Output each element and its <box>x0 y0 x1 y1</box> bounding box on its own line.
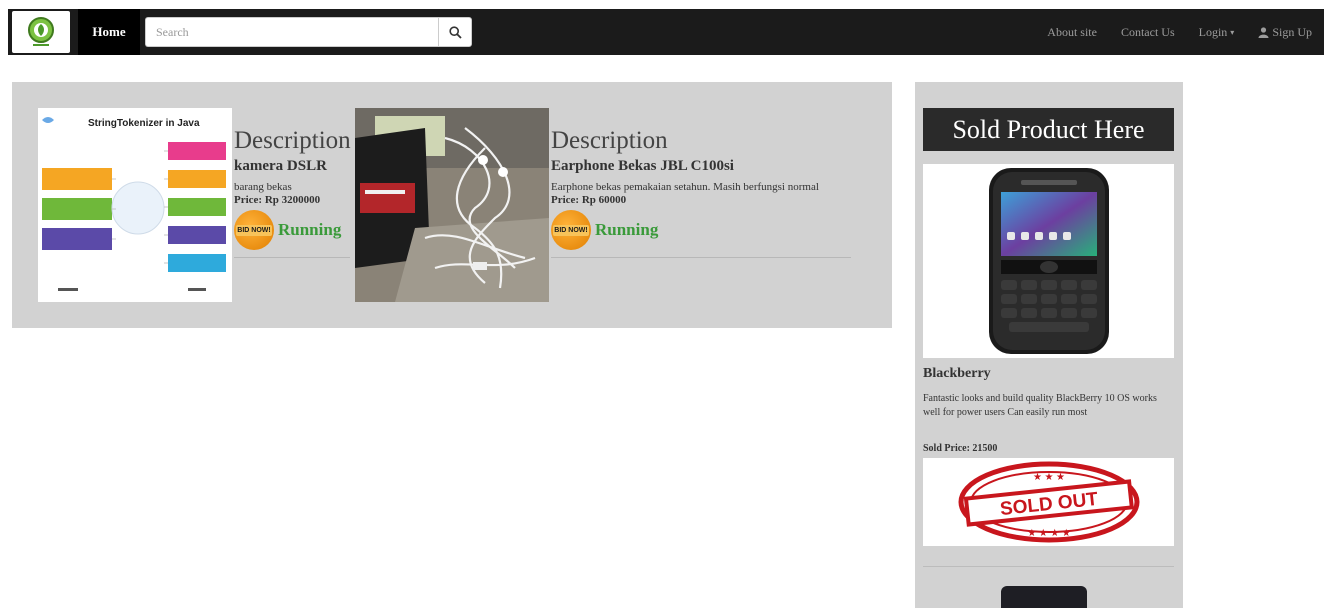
nav-contact-label: Contact Us <box>1120 24 1175 39</box>
earphone-photo-image <box>355 108 549 302</box>
sold-product-name[interactable]: Blackberry <box>923 366 991 382</box>
sold-product-price: Sold Price: 21500 <box>923 443 998 454</box>
product-description: barang bekas <box>234 181 292 193</box>
description-heading: Description <box>551 127 668 154</box>
auction-status: Running <box>278 220 342 239</box>
nav-signup[interactable]: Sign Up <box>1246 25 1324 40</box>
user-icon <box>1258 26 1269 38</box>
svg-text:★ ★ ★ ★: ★ ★ ★ ★ <box>1027 528 1070 539</box>
product-card: StringTokenizer in Java Description kame… <box>38 108 358 302</box>
product-price: Price: Rp 3200000 <box>234 194 321 206</box>
nav-right: About site Contact Us Login ▾ Sign Up <box>1035 9 1324 55</box>
nav-login-label: Login <box>1198 24 1228 39</box>
search-input[interactable] <box>145 17 438 47</box>
product-name[interactable]: kamera DSLR <box>234 158 354 175</box>
caret-down-icon: ▾ <box>1230 27 1235 37</box>
navbar: Home About site Contact Us Login ▾ Sign … <box>8 9 1324 55</box>
nav-signup-label: Sign Up <box>1272 24 1312 39</box>
product-description: Earphone bekas pemakaian setahun. Masih … <box>551 181 819 193</box>
product-image[interactable]: StringTokenizer in Java <box>38 108 232 302</box>
auction-status: Running <box>595 220 659 239</box>
nav-login-dropdown[interactable]: Login ▾ <box>1187 25 1247 40</box>
nav-about-label: About site <box>1047 24 1097 39</box>
nav-contact[interactable]: Contact Us <box>1109 25 1187 40</box>
sold-products-sidebar: Sold Product Here Blackberry Fantastic l… <box>915 82 1183 608</box>
divider <box>551 257 851 258</box>
image-title: StringTokenizer in Java <box>88 118 200 129</box>
stringtokenizer-diagram-image: StringTokenizer in Java <box>38 108 232 302</box>
blackberry-phone-image <box>988 168 1109 354</box>
bid-now-icon: BID NOW! <box>236 224 272 236</box>
status-row: BID NOW! Running <box>551 210 851 250</box>
product-details: Description kamera DSLR barang bekas Pri… <box>234 126 354 250</box>
sold-out-stamp: SOLD OUT ★ ★ ★ ★ ★ ★ ★ <box>923 458 1174 546</box>
sold-header: Sold Product Here <box>923 108 1174 151</box>
divider <box>234 257 350 258</box>
search-icon <box>448 25 462 39</box>
divider <box>923 566 1174 567</box>
product-image[interactable] <box>355 108 549 302</box>
nav-about[interactable]: About site <box>1035 25 1109 40</box>
product-details: Description Earphone Bekas JBL C100si Ea… <box>551 126 851 250</box>
site-logo[interactable] <box>12 11 70 53</box>
nav-home[interactable]: Home <box>78 9 140 55</box>
status-row: BID NOW! Running <box>234 210 354 250</box>
sold-product-description: Fantastic looks and build quality BlackB… <box>923 393 1157 418</box>
next-sold-product-image[interactable] <box>1001 586 1087 608</box>
bid-now-button[interactable]: BID NOW! <box>234 210 274 250</box>
bid-now-button[interactable]: BID NOW! <box>551 210 591 250</box>
product-price: Price: Rp 60000 <box>551 194 627 206</box>
search-button[interactable] <box>438 17 472 47</box>
sold-product-image[interactable] <box>923 164 1174 358</box>
logo-icon <box>28 17 54 46</box>
sold-out-stamp-icon: SOLD OUT ★ ★ ★ ★ ★ ★ ★ <box>958 461 1139 543</box>
product-name[interactable]: Earphone Bekas JBL C100si <box>551 158 851 175</box>
product-card: Description Earphone Bekas JBL C100si Ea… <box>355 108 855 302</box>
bid-now-icon: BID NOW! <box>553 224 589 236</box>
auction-panel: StringTokenizer in Java Description kame… <box>12 82 892 328</box>
svg-text:★ ★ ★: ★ ★ ★ <box>1033 472 1065 483</box>
description-heading: Description <box>234 127 351 154</box>
